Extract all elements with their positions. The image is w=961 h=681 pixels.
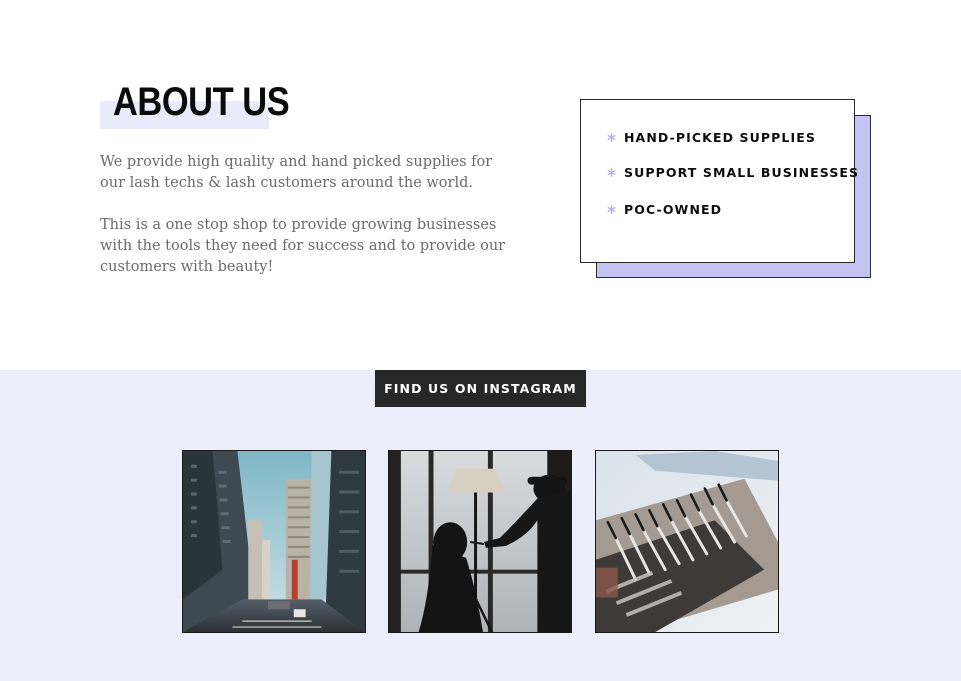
city-street-photo[interactable] [182,450,366,633]
feature-item: HAND-PICKED SUPPLIES [607,130,816,145]
about-title-block: ABOUT US [100,78,290,129]
feature-label: SUPPORT SMALL BUSINESSES [624,165,860,180]
page-title: ABOUT US [113,80,290,124]
feature-label: HAND-PICKED SUPPLIES [624,130,816,145]
feature-item: SUPPORT SMALL BUSINESSES [607,165,859,180]
makeup-artist-silhouette-photo[interactable] [388,450,572,633]
makeup-brushes-photo[interactable] [595,450,779,633]
about-section: ABOUT US We provide high quality and han… [0,0,961,370]
about-paragraph-2: This is a one stop shop to provide growi… [100,217,506,275]
find-us-on-instagram-button[interactable]: FIND US ON INSTAGRAM [375,370,586,407]
features-card: HAND-PICKED SUPPLIES SUPPORT SMALL BUSIN… [580,99,858,263]
feature-item: POC-OWNED [607,202,722,217]
about-paragraph-1: We provide high quality and hand picked … [100,154,493,191]
asterisk-icon [607,168,616,177]
instagram-section: FIND US ON INSTAGRAM [0,370,961,681]
asterisk-icon [607,205,616,214]
feature-label: POC-OWNED [624,202,723,217]
asterisk-icon [607,133,616,142]
